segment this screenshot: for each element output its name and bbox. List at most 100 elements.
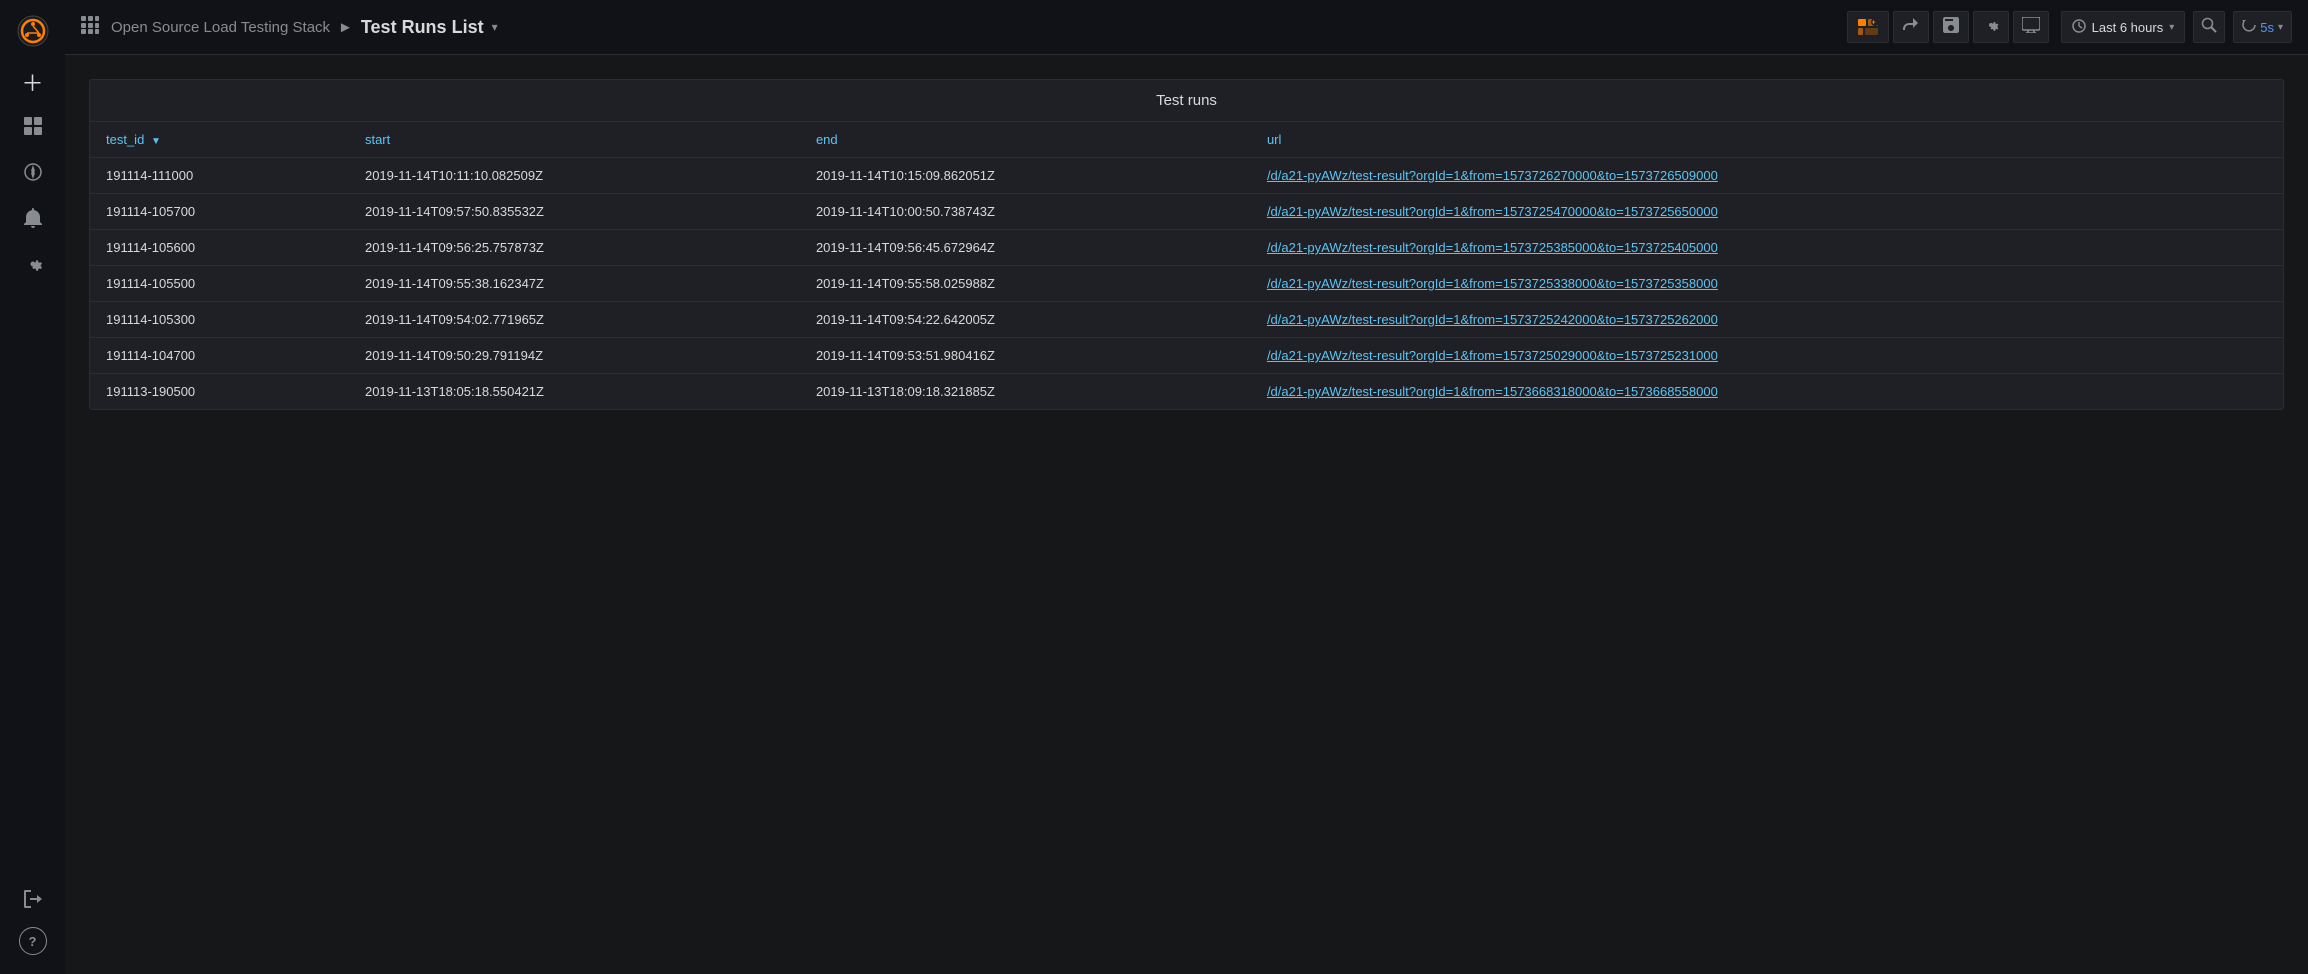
cell-url: /d/a21-pyAWz/test-result?orgId=1&from=15… xyxy=(1251,266,2283,302)
table-row: 191114-1053002019-11-14T09:54:02.771965Z… xyxy=(90,302,2283,338)
cell-test-id: 191114-105500 xyxy=(90,266,349,302)
sidebar-item-signout[interactable] xyxy=(13,881,53,921)
sidebar-item-dashboards[interactable] xyxy=(13,108,53,148)
cell-url: /d/a21-pyAWz/test-result?orgId=1&from=15… xyxy=(1251,338,2283,374)
cell-test-id: 191114-111000 xyxy=(90,158,349,194)
col-url[interactable]: url xyxy=(1251,122,2283,158)
save-button[interactable] xyxy=(1933,11,1969,43)
sort-arrow-icon: ▼ xyxy=(151,136,161,147)
url-link[interactable]: /d/a21-pyAWz/test-result?orgId=1&from=15… xyxy=(1267,204,1718,219)
title-dropdown-arrow[interactable]: ▾ xyxy=(492,20,498,34)
col-url-label: url xyxy=(1267,132,1281,147)
sidebar-item-configuration[interactable] xyxy=(13,246,53,286)
cell-end: 2019-11-14T09:53:51.980416Z xyxy=(800,338,1251,374)
tv-mode-button[interactable] xyxy=(2013,11,2049,43)
breadcrumb-current: Test Runs List xyxy=(361,17,484,38)
settings-button[interactable] xyxy=(1973,11,2009,43)
cell-test-id: 191114-105300 xyxy=(90,302,349,338)
table-row: 191114-1057002019-11-14T09:57:50.835532Z… xyxy=(90,194,2283,230)
col-start-label: start xyxy=(365,132,390,147)
panel-title: Test runs xyxy=(90,80,2283,122)
topbar: Open Source Load Testing Stack ► Test Ru… xyxy=(65,0,2308,55)
url-link[interactable]: /d/a21-pyAWz/test-result?orgId=1&from=15… xyxy=(1267,276,1718,291)
cell-test-id: 191114-105700 xyxy=(90,194,349,230)
time-picker-button[interactable]: Last 6 hours ▾ xyxy=(2061,11,2186,43)
cell-start: 2019-11-14T09:56:25.757873Z xyxy=(349,230,800,266)
table-row: 191114-1055002019-11-14T09:55:38.162347Z… xyxy=(90,266,2283,302)
cell-url: /d/a21-pyAWz/test-result?orgId=1&from=15… xyxy=(1251,194,2283,230)
help-icon: ? xyxy=(29,934,37,949)
add-panel-button[interactable]: + xyxy=(1847,11,1889,43)
compass-icon xyxy=(23,162,43,187)
magnify-icon xyxy=(2201,17,2217,37)
sidebar-item-add[interactable]: ＋ xyxy=(13,62,53,102)
col-end-label: end xyxy=(816,132,838,147)
grafana-logo[interactable] xyxy=(13,11,53,51)
time-picker-arrow: ▾ xyxy=(2169,22,2174,33)
cell-test-id: 191114-104700 xyxy=(90,338,349,374)
cell-url: /d/a21-pyAWz/test-result?orgId=1&from=15… xyxy=(1251,302,2283,338)
main-area: Open Source Load Testing Stack ► Test Ru… xyxy=(65,0,2308,974)
cell-start: 2019-11-14T09:55:38.162347Z xyxy=(349,266,800,302)
cell-test-id: 191114-105600 xyxy=(90,230,349,266)
test-runs-table: test_id ▼ start end url xyxy=(90,122,2283,409)
breadcrumb-parent[interactable]: Open Source Load Testing Stack xyxy=(111,19,330,36)
settings-icon xyxy=(1983,17,1999,38)
topbar-actions: + xyxy=(1847,11,2292,43)
test-runs-panel: Test runs test_id ▼ start end xyxy=(89,79,2284,410)
url-link[interactable]: /d/a21-pyAWz/test-result?orgId=1&from=15… xyxy=(1267,384,1718,399)
sidebar-item-alerting[interactable] xyxy=(13,200,53,240)
col-start[interactable]: start xyxy=(349,122,800,158)
cell-start: 2019-11-14T10:11:10.082509Z xyxy=(349,158,800,194)
share-icon xyxy=(1903,17,1919,38)
zoom-search-button[interactable] xyxy=(2193,11,2225,43)
signout-icon xyxy=(24,890,42,913)
dashboards-icon xyxy=(23,116,43,141)
refresh-arrow: ▾ xyxy=(2278,22,2283,33)
cell-start: 2019-11-14T09:54:02.771965Z xyxy=(349,302,800,338)
table-row: 191114-1056002019-11-14T09:56:25.757873Z… xyxy=(90,230,2283,266)
cell-end: 2019-11-14T10:15:09.862051Z xyxy=(800,158,1251,194)
clock-icon xyxy=(2072,19,2086,36)
cell-end: 2019-11-14T09:55:58.025988Z xyxy=(800,266,1251,302)
save-icon xyxy=(1943,17,1959,38)
cell-url: /d/a21-pyAWz/test-result?orgId=1&from=15… xyxy=(1251,158,2283,194)
cell-url: /d/a21-pyAWz/test-result?orgId=1&from=15… xyxy=(1251,374,2283,410)
sidebar-item-help[interactable]: ? xyxy=(19,927,47,955)
table-row: 191114-1110002019-11-14T10:11:10.082509Z… xyxy=(90,158,2283,194)
refresh-button[interactable]: 5s ▾ xyxy=(2233,11,2292,43)
cell-start: 2019-11-13T18:05:18.550421Z xyxy=(349,374,800,410)
url-link[interactable]: /d/a21-pyAWz/test-result?orgId=1&from=15… xyxy=(1267,348,1718,363)
cell-end: 2019-11-14T10:00:50.738743Z xyxy=(800,194,1251,230)
table-row: 191113-1905002019-11-13T18:05:18.550421Z… xyxy=(90,374,2283,410)
col-end[interactable]: end xyxy=(800,122,1251,158)
sidebar-item-explore[interactable] xyxy=(13,154,53,194)
svg-text:+: + xyxy=(1871,20,1875,27)
tv-icon xyxy=(2022,17,2040,38)
breadcrumb-separator: ► xyxy=(338,19,353,36)
col-test-id-label: test_id xyxy=(106,132,144,147)
sidebar: ＋ xyxy=(0,0,65,974)
apps-icon[interactable] xyxy=(81,16,99,39)
url-link[interactable]: /d/a21-pyAWz/test-result?orgId=1&from=15… xyxy=(1267,168,1718,183)
cell-url: /d/a21-pyAWz/test-result?orgId=1&from=15… xyxy=(1251,230,2283,266)
share-button[interactable] xyxy=(1893,11,1929,43)
cell-end: 2019-11-13T18:09:18.321885Z xyxy=(800,374,1251,410)
content-area: Test runs test_id ▼ start end xyxy=(65,55,2308,974)
cell-start: 2019-11-14T09:50:29.791194Z xyxy=(349,338,800,374)
url-link[interactable]: /d/a21-pyAWz/test-result?orgId=1&from=15… xyxy=(1267,240,1718,255)
time-picker-label: Last 6 hours xyxy=(2092,20,2164,35)
breadcrumb: Open Source Load Testing Stack ► Test Ru… xyxy=(111,17,498,38)
cell-start: 2019-11-14T09:57:50.835532Z xyxy=(349,194,800,230)
table-row: 191114-1047002019-11-14T09:50:29.791194Z… xyxy=(90,338,2283,374)
cell-test-id: 191113-190500 xyxy=(90,374,349,410)
refresh-icon xyxy=(2242,18,2256,36)
bell-icon xyxy=(24,208,42,233)
cell-end: 2019-11-14T09:56:45.672964Z xyxy=(800,230,1251,266)
cell-end: 2019-11-14T09:54:22.642005Z xyxy=(800,302,1251,338)
col-test-id[interactable]: test_id ▼ xyxy=(90,122,349,158)
gear-icon xyxy=(23,254,43,279)
refresh-interval: 5s xyxy=(2260,20,2274,35)
plus-icon: ＋ xyxy=(21,66,43,98)
url-link[interactable]: /d/a21-pyAWz/test-result?orgId=1&from=15… xyxy=(1267,312,1718,327)
